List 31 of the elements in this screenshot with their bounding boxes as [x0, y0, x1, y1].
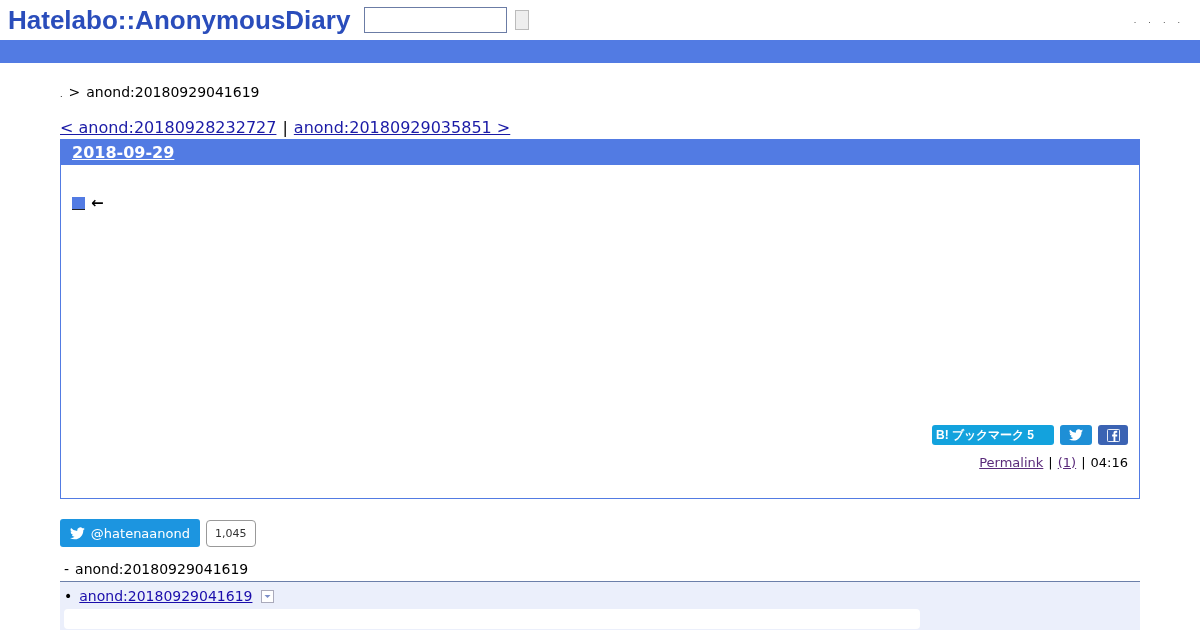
- nav-link[interactable]: .: [1162, 15, 1166, 25]
- follower-count: 1,045: [206, 519, 256, 547]
- next-link[interactable]: anond:20180929035851 >: [293, 118, 511, 137]
- search-field[interactable]: [364, 7, 508, 33]
- permalink-link[interactable]: Permalink: [979, 455, 1044, 470]
- tweet-button[interactable]: [1060, 425, 1092, 445]
- square-icon[interactable]: [72, 196, 85, 210]
- home-link[interactable]: .: [60, 90, 63, 99]
- arrow-text: ←: [91, 194, 104, 212]
- entry-date[interactable]: 2018-09-29: [72, 143, 175, 162]
- pager-separator: |: [282, 118, 288, 137]
- ref-link[interactable]: anond:20180929041619: [79, 588, 253, 604]
- breadcrumb-separator: >: [68, 84, 81, 100]
- entry-time: 04:16: [1090, 455, 1128, 470]
- comments-link[interactable]: (1): [1057, 455, 1077, 470]
- dash-mark: -: [64, 561, 70, 577]
- nav-link[interactable]: .: [1133, 15, 1137, 25]
- nav-link[interactable]: .: [1177, 15, 1180, 25]
- facebook-icon: [1106, 428, 1120, 442]
- dropdown-icon[interactable]: [261, 589, 275, 603]
- site-logo[interactable]: Hatelabo::AnonymousDiary: [8, 4, 351, 36]
- prev-link[interactable]: < anond:20180928232727: [60, 118, 277, 137]
- nav-link[interactable]: .: [1148, 15, 1151, 25]
- bullet-mark: •: [64, 588, 73, 604]
- bird-icon: [70, 526, 85, 540]
- footer-separator: |: [1081, 455, 1086, 470]
- facebook-button[interactable]: [1098, 425, 1128, 445]
- breadcrumb-current: anond:20180929041619: [86, 84, 260, 100]
- footer-separator: |: [1048, 455, 1053, 470]
- refs-title: anond:20180929041619: [75, 561, 249, 577]
- bird-icon: [1069, 429, 1083, 441]
